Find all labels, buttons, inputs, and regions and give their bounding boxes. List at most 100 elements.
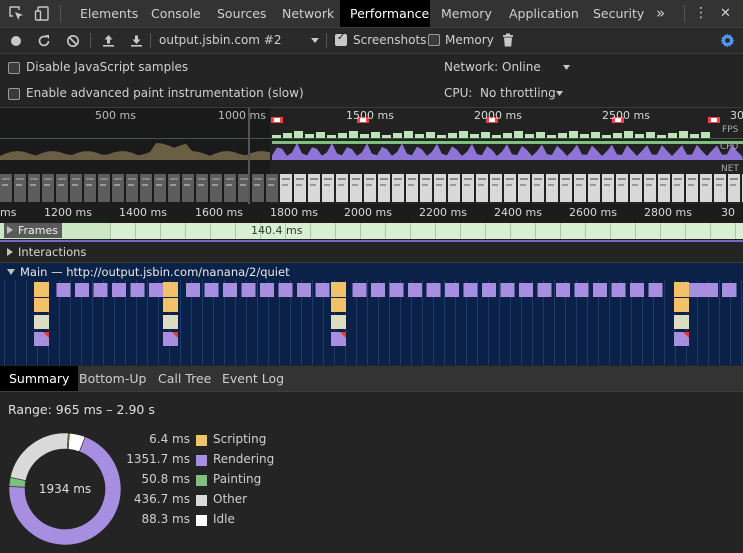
tab-performance[interactable]: Performance — [340, 0, 430, 27]
advanced-paint-label: Enable advanced paint instrumentation (s… — [26, 86, 304, 100]
fps-bar — [272, 135, 281, 138]
fps-baseline — [0, 138, 743, 139]
screenshot-line — [506, 178, 514, 180]
tab-bottom-up[interactable]: Bottom-Up — [70, 366, 155, 391]
menu-icon[interactable]: ⋮ — [690, 0, 712, 27]
fps-bar — [701, 132, 710, 138]
rendering-task — [556, 283, 570, 297]
clear-icon[interactable] — [66, 34, 80, 48]
frame-divider — [660, 223, 661, 239]
chevron-down-icon[interactable] — [563, 65, 570, 70]
load-profile-icon[interactable] — [102, 34, 115, 47]
tab-memory[interactable]: Memory — [431, 0, 502, 27]
rendering-task — [500, 283, 515, 297]
screenshot-line — [422, 184, 428, 186]
main-thread-header[interactable]: Main — http://output.jsbin.com/nanana/2/… — [0, 263, 743, 280]
screenshots-label: Screenshots — [353, 33, 427, 47]
donut-slice-other — [9, 432, 69, 481]
ruler-tick: ms — [0, 206, 17, 219]
screenshot-line — [464, 178, 472, 180]
other-subtask — [163, 315, 178, 329]
legend-name: Other — [213, 492, 248, 506]
screenshot-line — [142, 178, 150, 180]
fps-bar — [580, 134, 589, 138]
advanced-paint-checkbox[interactable] — [8, 88, 20, 100]
fps-bar — [690, 134, 699, 138]
rendering-task — [537, 283, 552, 297]
fps-bar — [558, 133, 567, 138]
screenshot-line — [58, 184, 64, 186]
frame-divider — [385, 223, 386, 239]
tab-console[interactable]: Console — [141, 0, 211, 27]
fps-bar — [437, 135, 446, 138]
screenshot-line — [44, 184, 50, 186]
screenshot-line — [86, 178, 94, 180]
record-icon[interactable] — [10, 35, 22, 47]
task-tick — [26, 280, 27, 365]
frame-divider — [735, 223, 736, 239]
interactions-track-header[interactable]: Interactions — [7, 245, 86, 259]
network-throttle-select[interactable]: Online — [502, 60, 541, 74]
main-thread-flame-chart[interactable] — [0, 280, 743, 365]
tab-sources[interactable]: Sources — [207, 0, 276, 27]
task-tick — [4, 280, 5, 365]
frame-divider — [710, 223, 711, 239]
other-subtask — [331, 315, 346, 329]
screenshot-line — [674, 178, 682, 180]
screenshot-line — [114, 178, 122, 180]
frame-divider — [635, 223, 636, 239]
inspect-element-icon[interactable] — [8, 5, 25, 22]
flame-chart-events[interactable] — [0, 280, 743, 365]
task-tick — [92, 280, 93, 365]
reload-icon[interactable] — [37, 34, 51, 48]
tab-network[interactable]: Network — [272, 0, 344, 27]
disable-js-samples-checkbox[interactable] — [8, 62, 20, 74]
tab-application[interactable]: Application — [499, 0, 589, 27]
cpu-throttle-select[interactable]: No throttling — [480, 86, 556, 100]
chevron-down-icon[interactable] — [311, 38, 319, 43]
tab-summary[interactable]: Summary — [0, 366, 79, 391]
close-icon[interactable]: ✕ — [716, 0, 735, 27]
screenshot-line — [268, 184, 274, 186]
overview-graph[interactable] — [0, 108, 743, 204]
frame-divider — [435, 223, 436, 239]
fps-bar — [547, 135, 556, 138]
timeline-overview[interactable]: 500 ms 1000 ms 1500 ms 2000 ms 2500 ms 3… — [0, 108, 743, 204]
fps-bar — [371, 132, 380, 138]
fps-bar — [305, 134, 314, 138]
tab-elements[interactable]: Elements — [70, 0, 148, 27]
screenshot-line — [394, 178, 402, 180]
overview-tick: 1000 ms — [218, 109, 266, 122]
tab-security[interactable]: Security — [583, 0, 654, 27]
more-tabs-icon[interactable]: » — [646, 0, 675, 27]
frames-track-header[interactable]: Frames — [4, 223, 63, 238]
chevron-down-icon[interactable] — [556, 91, 563, 96]
device-toolbar-icon[interactable] — [34, 5, 51, 22]
frames-track[interactable]: Frames 140.4 ms — [0, 222, 743, 240]
ruler-tick: 1600 ms — [195, 206, 243, 219]
interactions-track[interactable]: Interactions — [0, 242, 743, 263]
save-profile-icon[interactable] — [130, 34, 143, 47]
rendering-task — [426, 283, 441, 297]
rendering-task — [648, 283, 663, 297]
tab-event-log[interactable]: Event Log — [213, 366, 293, 391]
screenshot-line — [660, 184, 666, 186]
tab-call-tree[interactable]: Call Tree — [149, 366, 220, 391]
fps-bar — [415, 134, 424, 138]
frame-divider — [110, 223, 111, 239]
frames-bars[interactable] — [0, 222, 743, 240]
ruler-tick: 2400 ms — [494, 206, 542, 219]
frame-divider — [485, 223, 486, 239]
capture-settings-gear-icon[interactable] — [720, 33, 735, 48]
trash-icon[interactable] — [502, 33, 514, 47]
devtools-tab-bar: Elements Console Sources Network Perform… — [0, 0, 743, 28]
screenshot-line — [604, 184, 610, 186]
screenshot-line — [30, 178, 38, 180]
task-tick — [180, 280, 181, 365]
memory-checkbox[interactable] — [428, 34, 440, 46]
screenshot-line — [534, 178, 542, 180]
screenshots-checkbox[interactable] — [335, 32, 347, 46]
screenshot-line — [198, 178, 206, 180]
profile-select[interactable]: output.jsbin.com #2 — [159, 28, 281, 53]
fps-bar — [514, 131, 523, 138]
